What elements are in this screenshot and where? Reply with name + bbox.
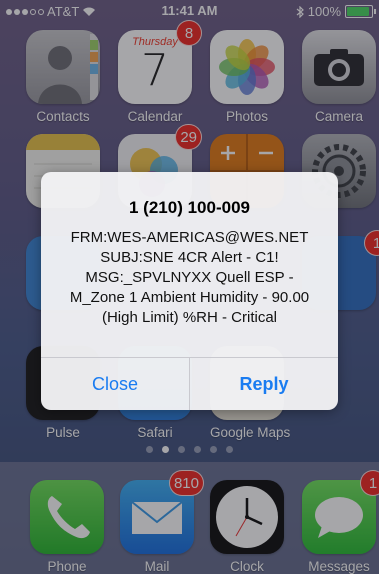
alert-button-bar: Close Reply xyxy=(41,357,338,410)
alert-message-line: M_Zone 1 Ambient Humidity - 90.00 xyxy=(69,289,310,306)
reply-button[interactable]: Reply xyxy=(189,358,338,410)
sms-alert-dialog: 1 (210) 100-009 FRM:WES-AMERICAS@WES.NET… xyxy=(41,172,338,410)
alert-message-line: MSG:_SPVLNYXX Quell ESP - xyxy=(85,269,294,286)
alert-message-line: SUBJ:SNE 4CR Alert - C1! xyxy=(100,249,279,266)
alert-message: FRM:WES-AMERICAS@WES.NET SUBJ:SNE 4CR Al… xyxy=(41,228,338,328)
alert-message-line: (High Limit) %RH - Critical xyxy=(101,309,277,326)
alert-title: 1 (210) 100-009 xyxy=(129,198,250,217)
close-button[interactable]: Close xyxy=(41,358,189,410)
alert-message-line: FRM:WES-AMERICAS@WES.NET xyxy=(70,229,309,246)
